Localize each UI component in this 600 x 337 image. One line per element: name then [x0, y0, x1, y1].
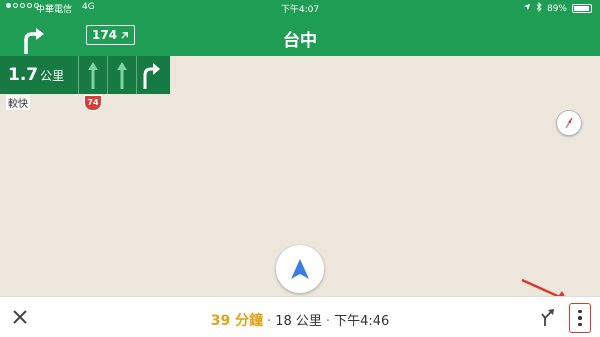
road-label: 廣利路 — [426, 118, 448, 148]
highway-74-shield: 74 — [84, 95, 102, 111]
lane-guidance — [78, 56, 165, 94]
road-label: 仁利路 — [451, 128, 473, 158]
lane-turn-right-icon — [136, 56, 165, 94]
route-fork-icon — [541, 309, 554, 326]
arrival-time: 下午4:46 — [334, 314, 390, 329]
road-label: 民族路二段 — [241, 221, 273, 278]
road-label: 西屯路 — [196, 93, 218, 123]
distance-to-turn: 1.7 公里 — [8, 65, 64, 85]
instruction-panel[interactable]: 1.7 公里 — [0, 56, 170, 94]
road-label: 崇德二街 — [365, 69, 388, 107]
more-vert-icon — [578, 309, 582, 314]
road-label: 昌平路三段 — [205, 168, 260, 181]
lane-straight-icon — [78, 56, 107, 94]
road-label: 崇德四街 — [400, 114, 423, 152]
road-label: 大德路 — [124, 133, 142, 163]
navigation-header: 174 台中 — [0, 16, 600, 56]
road-label: 崇德路二段 — [430, 226, 476, 252]
trip-eta[interactable]: 39 分鐘 · 18 公里 · 下午4:46 — [0, 310, 600, 330]
road-label: 雅潭路 — [544, 153, 574, 175]
road-label: 民族路一段312巷 — [79, 162, 168, 191]
road-label: 大德一巷 — [77, 133, 105, 170]
road-label: 民族路三段355巷 — [217, 171, 260, 258]
road-label: 一段 — [51, 132, 70, 154]
alternate-routes-button[interactable] — [540, 308, 556, 330]
status-bar: 中華電信 4G 下午4:07 89% — [0, 0, 600, 16]
current-location-puck — [276, 245, 324, 293]
road-label: 昌平路一段 — [283, 60, 309, 106]
road-label: 前村路377巷 — [499, 201, 532, 255]
navigation-arrow-icon — [291, 259, 309, 279]
highway-1-shield: 1 — [315, 118, 330, 133]
trip-summary-bar: 39 分鐘 · 18 公里 · 下午4:46 — [0, 296, 600, 337]
trip-duration: 39 分鐘 — [210, 313, 264, 329]
road-label: 信利路 — [378, 64, 407, 87]
battery-percent: 89% — [546, 3, 567, 14]
lane-straight-icon — [107, 56, 136, 94]
bluetooth-icon — [536, 1, 542, 15]
battery-icon — [572, 4, 592, 13]
distance-value: 1.7 — [8, 65, 39, 85]
destination-title: 台中 — [283, 31, 317, 51]
road-label: 中清路 — [504, 59, 534, 79]
alternate-route-label[interactable]: 較快 — [6, 95, 30, 110]
road-label: 前村路 — [486, 118, 508, 148]
road-label: 大德二巷 — [95, 140, 123, 177]
highway-1-shield: 1 — [338, 60, 353, 75]
road-label: 昌平路四段 — [421, 191, 453, 248]
compass-icon — [565, 117, 573, 129]
location-arrow-icon — [523, 3, 531, 14]
road-label: 崇德五街 — [410, 149, 433, 187]
distance-unit: 公里 — [40, 69, 65, 83]
road-label: 雅潭路四段 — [323, 197, 363, 252]
route-zhong86-shield: 中86 — [368, 180, 395, 195]
road-label: 崇德三街 — [395, 79, 418, 117]
road-label: 崇德路 — [342, 93, 362, 123]
clock: 下午4:07 — [280, 5, 320, 15]
place-label: 上楓樹腳 — [530, 240, 579, 254]
road-label: 台中路一段 — [0, 119, 46, 145]
compass-button[interactable] — [556, 110, 582, 136]
trip-distance: 18 公里 — [275, 314, 322, 329]
road-label: 民族路一段 — [162, 196, 194, 253]
more-options-button[interactable] — [569, 303, 591, 333]
road-label: 大富路二段 — [8, 165, 57, 214]
